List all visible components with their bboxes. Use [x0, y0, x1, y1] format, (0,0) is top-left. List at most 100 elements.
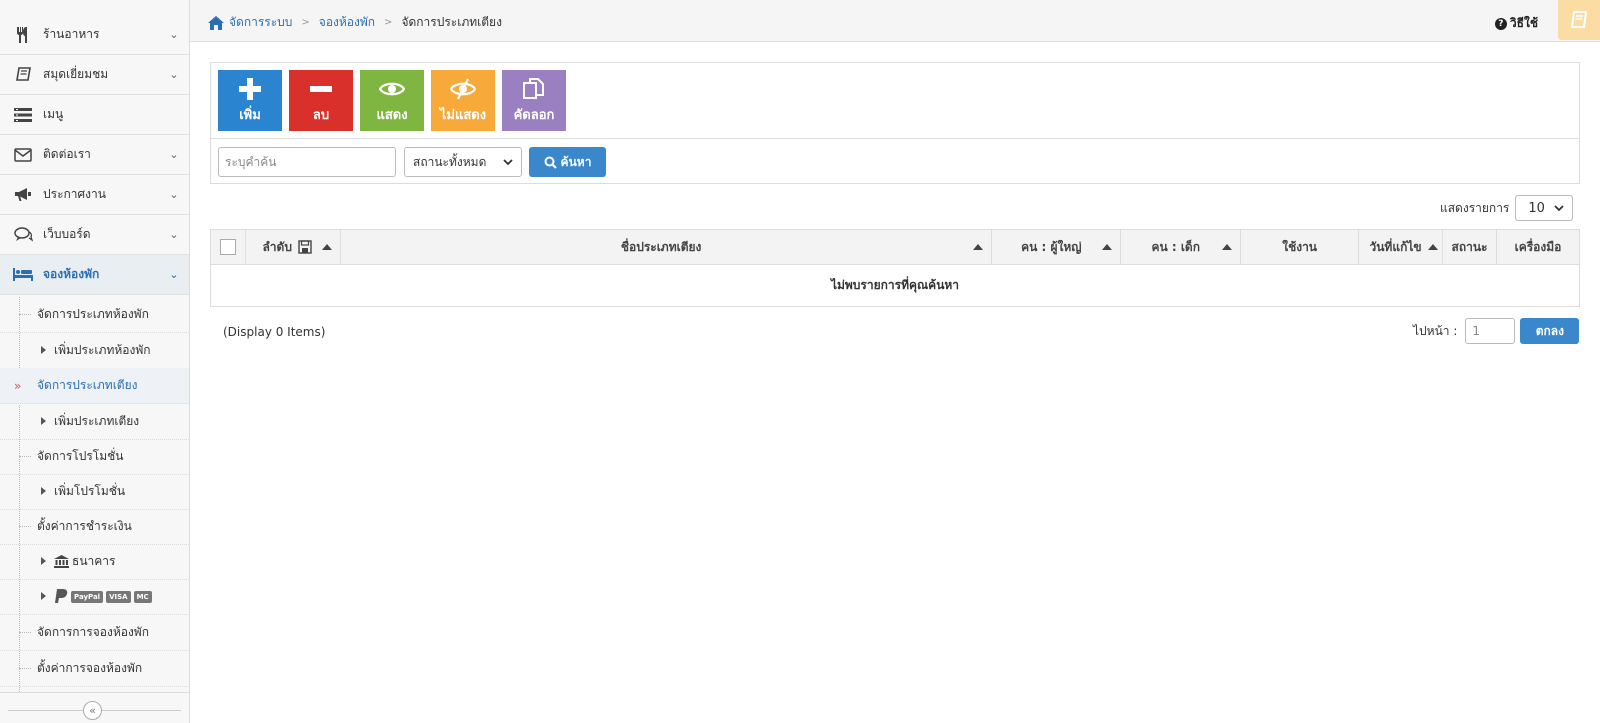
- sidebar-item-guestbook[interactable]: สมุดเยี่ยมชม ⌄: [0, 55, 189, 95]
- submenu-item-add-room-type[interactable]: เพิ่มประเภทห้องพัก: [0, 333, 189, 369]
- search-icon: [544, 156, 557, 169]
- select-all-checkbox[interactable]: [219, 239, 236, 255]
- paypal-icon: [55, 588, 68, 603]
- add-button[interactable]: เพิ่ม: [218, 70, 282, 131]
- help-label: วิธีใช้: [1509, 16, 1538, 30]
- add-button-label: เพิ่ม: [239, 108, 261, 123]
- toolbar-panel: เพิ่ม ลบ แสดง ไม่แสดง คัดลอก สถานะทั้งหม…: [210, 62, 1580, 184]
- column-adults-label: คน : ผู้ใหญ่: [1021, 239, 1082, 254]
- chevron-down-icon: [1554, 204, 1565, 211]
- sidebar-item-contact[interactable]: ติดต่อเรา ⌄: [0, 135, 189, 175]
- column-order-label: ลำดับ: [262, 239, 292, 254]
- hide-button[interactable]: ไม่แสดง: [431, 70, 495, 131]
- caret-right-icon: [41, 346, 46, 354]
- delete-button[interactable]: ลบ: [289, 70, 353, 131]
- search-input[interactable]: [218, 147, 396, 177]
- column-name[interactable]: ชื่อประเภทเตียง: [339, 229, 993, 265]
- book-icon: [12, 66, 34, 84]
- manual-book-button[interactable]: [1558, 0, 1600, 40]
- breadcrumb-link-system[interactable]: จัดการระบบ: [229, 13, 292, 32]
- delete-button-label: ลบ: [312, 108, 330, 123]
- submenu-label: ธนาคาร: [72, 554, 116, 568]
- sort-asc-icon: [973, 244, 984, 250]
- submenu-label: เพิ่มประเภทเตียง: [54, 414, 140, 428]
- show-button[interactable]: แสดง: [360, 70, 424, 131]
- submenu-item-add-bed-type[interactable]: เพิ่มประเภทเตียง: [0, 404, 189, 440]
- sidebar: ร้านอาหาร ⌄ สมุดเยี่ยมชม ⌄ เมนู ติดต่อเร…: [0, 0, 190, 723]
- empty-message: ไม่พบรายการที่คุณค้นหา: [210, 264, 1580, 307]
- hide-button-label: ไม่แสดง: [439, 108, 487, 123]
- pagination-goto: ไปหน้า : 1 ตกลง: [1413, 318, 1580, 344]
- column-tools-label: เครื่องมือ: [1514, 239, 1562, 254]
- sidebar-item-restaurant[interactable]: ร้านอาหาร ⌄: [0, 15, 189, 55]
- sort-asc-icon: [1222, 244, 1233, 250]
- sidebar-item-label: เมนู: [43, 107, 64, 121]
- status-filter-select[interactable]: สถานะทั้งหมด: [404, 147, 522, 177]
- chevron-down-icon: [503, 158, 513, 165]
- table-header-row: ลำดับ ชื่อประเภทเตียง คน : ผู้ใหญ่ คน: …: [210, 229, 1581, 265]
- booking-submenu: จัดการประเภทห้องพัก เพิ่มประเภทห้องพัก »…: [0, 297, 189, 692]
- submenu-item-payment-settings[interactable]: ตั้งค่าการชำระเงิน: [0, 509, 189, 545]
- submenu-item-add-promotion[interactable]: เพิ่มโปรโมชั่น: [0, 474, 189, 510]
- per-page-select[interactable]: 10: [1515, 195, 1574, 221]
- column-order[interactable]: ลำดับ: [244, 229, 341, 265]
- copy-button[interactable]: คัดลอก: [502, 70, 566, 131]
- breadcrumb-separator-icon: >: [301, 17, 310, 28]
- submenu-item-online-payment[interactable]: PayPal VISA MC: [0, 579, 189, 615]
- sidebar-item-menu[interactable]: เมนู: [0, 95, 189, 135]
- submenu-item-bed-types[interactable]: » จัดการประเภทเตียง: [0, 368, 189, 404]
- column-modified[interactable]: วันที่แก้ไข: [1358, 229, 1444, 265]
- sort-asc-icon: [1102, 244, 1113, 250]
- column-adults[interactable]: คน : ผู้ใหญ่: [991, 229, 1122, 265]
- utensils-icon: [12, 26, 34, 44]
- book-icon: [1571, 11, 1587, 28]
- breadcrumb: จัดการระบบ > จองห้องพัก > จัดการประเภทเต…: [208, 13, 502, 32]
- submenu-item-bank[interactable]: ธนาคาร: [0, 544, 189, 580]
- column-tools: เครื่องมือ: [1495, 229, 1581, 265]
- sidebar-item-label: ร้านอาหาร: [43, 27, 100, 41]
- sidebar-item-jobs[interactable]: ประกาศงาน ⌄: [0, 175, 189, 215]
- search-button-label: ค้นหา: [560, 154, 592, 169]
- sort-asc-icon: [1428, 244, 1439, 250]
- submenu-label: เพิ่มประเภทห้องพัก: [54, 343, 151, 357]
- submenu-item-manage-bookings[interactable]: จัดการการจองห้องพัก: [0, 615, 189, 651]
- sidebar-item-webboard[interactable]: เว็บบอร์ด ⌄: [0, 215, 189, 255]
- minus-icon: [310, 86, 332, 92]
- caret-right-icon: [41, 557, 46, 565]
- app-root: ร้านอาหาร ⌄ สมุดเยี่ยมชม ⌄ เมนู ติดต่อเร…: [0, 0, 1600, 723]
- search-button[interactable]: ค้นหา: [529, 147, 606, 177]
- submenu-item-room-types[interactable]: จัดการประเภทห้องพัก: [0, 297, 189, 333]
- help-link[interactable]: ? วิธีใช้: [1494, 14, 1538, 33]
- eye-slash-icon: [450, 78, 476, 100]
- submenu-label: จัดการประเภทเตียง: [37, 378, 138, 392]
- chevron-down-icon: ⌄: [169, 228, 179, 241]
- comments-icon: [12, 226, 34, 244]
- paypal-badge: PayPal: [71, 590, 104, 603]
- sidebar-item-booking[interactable]: จองห้องพัก ⌄: [0, 255, 189, 295]
- submenu-item-booking-settings[interactable]: ตั้งค่าการจองห้องพัก: [0, 651, 189, 687]
- column-children[interactable]: คน : เด็ก: [1120, 229, 1242, 265]
- sidebar-item-label: จองห้องพัก: [43, 267, 100, 281]
- sidebar-item-label: ประกาศงาน: [43, 187, 106, 201]
- table-row: ไม่พบรายการที่คุณค้นหา: [210, 264, 1580, 307]
- column-status-label: สถานะ: [1451, 239, 1488, 254]
- page-number-input[interactable]: 1: [1465, 318, 1516, 344]
- collapse-sidebar-button[interactable]: «: [83, 701, 102, 720]
- per-page-label: แสดงรายการ: [1440, 200, 1510, 215]
- breadcrumb-link-booking[interactable]: จองห้องพัก: [319, 13, 375, 32]
- goto-label: ไปหน้า :: [1413, 323, 1458, 338]
- action-toolbar: เพิ่ม ลบ แสดง ไม่แสดง คัดลอก: [218, 70, 573, 131]
- sidebar-footer: «: [0, 692, 189, 723]
- go-button[interactable]: ตกลง: [1520, 318, 1580, 344]
- save-icon[interactable]: [298, 240, 312, 254]
- submenu-label: ตั้งค่าการชำระเงิน: [37, 519, 132, 533]
- column-name-label: ชื่อประเภทเตียง: [620, 239, 702, 254]
- sidebar-item-label: ติดต่อเรา: [43, 147, 91, 161]
- submenu-label: จัดการโปรโมชั่น: [37, 449, 124, 463]
- envelope-icon: [12, 146, 34, 164]
- caret-right-icon: [41, 487, 46, 495]
- sidebar-item-label: เว็บบอร์ด: [43, 227, 91, 241]
- per-page-control: แสดงรายการ 10: [1440, 195, 1574, 221]
- eye-icon: [379, 82, 405, 96]
- submenu-item-promotions[interactable]: จัดการโปรโมชั่น: [0, 439, 189, 475]
